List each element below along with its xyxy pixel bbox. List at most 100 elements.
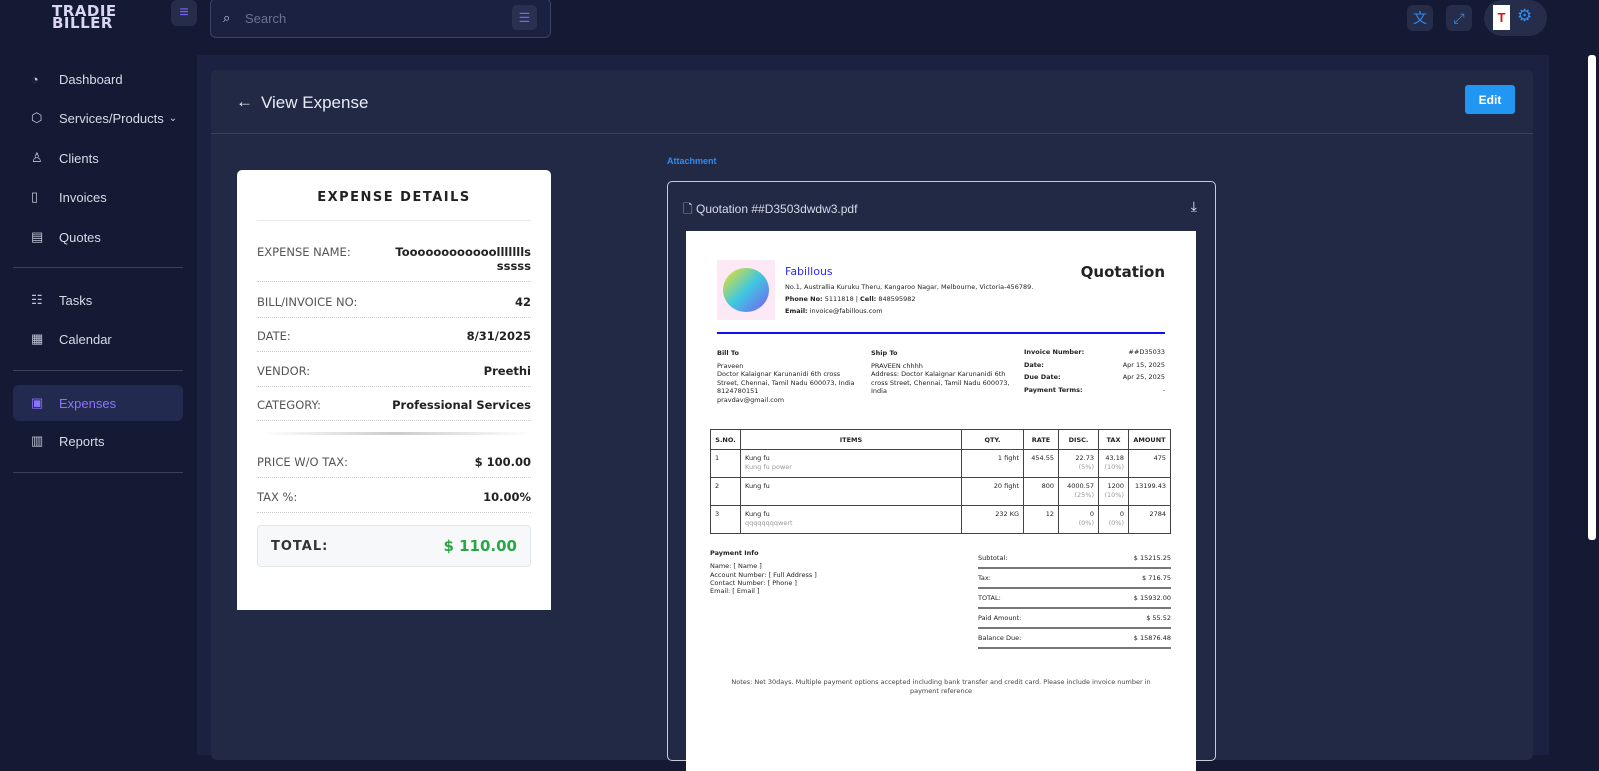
- disc-pct: (0%): [1078, 519, 1094, 527]
- item-name: Kung fu: [745, 482, 770, 490]
- disc-value: 4000.57: [1067, 482, 1094, 490]
- logo[interactable]: TRADIE BILLER: [52, 4, 117, 32]
- detail-row-category: CATEGORY: Professional Services: [257, 398, 531, 421]
- sidebar-item-calendar[interactable]: ▦ Calendar: [13, 321, 183, 357]
- box-icon: ⬡: [31, 110, 43, 125]
- notes: Notes: Net 30days. Multiple payment opti…: [731, 678, 1151, 695]
- top-bar: TRADIE BILLER ≡ ⌕ Search ☰ 文 ⤢ T ⚙: [0, 0, 1599, 50]
- meta-value: -: [1162, 385, 1165, 394]
- meta-value: ##D35033: [1128, 348, 1165, 356]
- tax-pct: (10%): [1104, 491, 1124, 499]
- cell-item: Kung fu qqqqqqqqwert: [740, 505, 962, 534]
- expense-details-receipt: EXPENSE DETAILS EXPENSE NAME: Toooooooooo…: [237, 170, 551, 610]
- cell-disc: 4000.57 (25%): [1058, 477, 1099, 506]
- summary-value: $ 55.52: [1146, 614, 1171, 622]
- ship-to: Ship To PRAVEEN chhhh Address: Doctor Kal…: [871, 349, 1011, 396]
- ship-to-line: PRAVEEN chhhh: [871, 361, 923, 370]
- receipt-torn-edge: [237, 600, 551, 614]
- tax-pct: (0%): [1108, 519, 1124, 527]
- detail-row-tax: TAX %: 10.00%: [257, 490, 531, 513]
- summary-value: $ 15932.00: [1133, 594, 1171, 602]
- cell-tax: 43.18 (10%): [1098, 449, 1129, 478]
- avatar[interactable]: T: [1493, 5, 1510, 30]
- file-icon: 🗋: [683, 202, 696, 216]
- summary-value: $ 716.75: [1142, 574, 1171, 582]
- table-row: 2 Kung fu 20 fight 800 4000.57 (25%) 1200 (10%)…: [710, 477, 1171, 506]
- payment-info-line: Name: [ Name ]: [710, 562, 762, 571]
- gear-icon[interactable]: ⚙: [1517, 6, 1532, 26]
- disc-pct: (5%): [1078, 463, 1094, 471]
- sidebar-item-invoices[interactable]: ▯ Invoices: [13, 179, 183, 215]
- sidebar-item-label: Quotes: [59, 229, 101, 245]
- column-header: AMOUNT: [1128, 429, 1171, 450]
- field-label: PRICE W/O TAX:: [257, 455, 348, 469]
- sidebar-item-dashboard[interactable]: ◔ Dashboard: [13, 61, 183, 97]
- meta-row: Payment Terms: -: [1024, 386, 1165, 394]
- sidebar-item-tasks[interactable]: ☷ Tasks: [13, 282, 183, 318]
- meta-label: Payment Terms:: [1024, 385, 1083, 394]
- sidebar-item-label: Reports: [59, 433, 105, 449]
- sidebar-item-services-products[interactable]: ⬡ Services/Products ⌄: [13, 100, 183, 136]
- cell-item: Kung fu: [740, 477, 962, 506]
- download-icon[interactable]: ⤓: [1191, 198, 1197, 215]
- sidebar-item-label: Invoices: [59, 189, 107, 205]
- attachment-file[interactable]: 🗋 Quotation ##D3503dwdw3.pdf: [683, 200, 857, 221]
- filter-icon[interactable]: ☰: [512, 5, 537, 30]
- profile-menu[interactable]: T ⚙: [1484, 0, 1547, 36]
- cell-tax: 1200 (10%): [1098, 477, 1129, 506]
- fullscreen-icon[interactable]: ⤢: [1446, 5, 1472, 31]
- total-box: TOTAL: $ 110.00: [257, 525, 531, 567]
- cell-sno: 1: [710, 449, 741, 478]
- detail-row-vendor: VENDOR: Preethi: [257, 364, 531, 387]
- sidebar-item-reports[interactable]: ▥ Reports: [13, 423, 183, 459]
- tasks-icon: ☷: [31, 292, 43, 307]
- column-header: TAX: [1098, 429, 1129, 450]
- sidebar-item-quotes[interactable]: ▤ Quotes: [13, 219, 183, 255]
- menu-toggle-icon[interactable]: ≡: [171, 0, 197, 26]
- divider: [13, 267, 183, 268]
- cell-tax: 0 (0%): [1098, 505, 1129, 534]
- sidebar-item-label: Calendar: [59, 331, 112, 347]
- edit-button[interactable]: Edit: [1465, 85, 1515, 114]
- ship-to-label: Ship To: [871, 349, 898, 357]
- search-input[interactable]: ⌕ Search ☰: [210, 0, 551, 38]
- detail-row-date: DATE: 8/31/2025: [257, 329, 531, 352]
- summary-label: Subtotal:: [978, 554, 1008, 562]
- sidebar-item-expenses[interactable]: ▣ Expenses: [13, 385, 183, 421]
- item-name: Kung fu: [745, 454, 770, 462]
- divider: [13, 370, 183, 371]
- tax-value: 43.18: [1105, 454, 1124, 462]
- bill-to-line: Doctor Kalaignar Karunanidi 6th cross St…: [717, 370, 855, 387]
- summary-label: TOTAL:: [978, 594, 1001, 602]
- detail-row-expense-name: EXPENSE NAME: Toooooooooooolllllllssssss: [257, 245, 531, 282]
- column-header: DISC.: [1058, 429, 1099, 450]
- field-label: EXPENSE NAME:: [257, 245, 351, 259]
- meta-value: Apr 25, 2025: [1122, 373, 1165, 381]
- summary-label: Balance Due:: [978, 634, 1022, 642]
- sidebar-item-label: Tasks: [59, 292, 93, 308]
- sidebar-item-label: Services/Products: [59, 110, 164, 126]
- item-desc: qqqqqqqqwert: [745, 519, 793, 527]
- cell-rate: 12: [1023, 505, 1059, 534]
- cell-amount: 475: [1128, 449, 1171, 478]
- attachment-filename: Quotation ##D3503dwdw3.pdf: [695, 202, 858, 216]
- tax-pct: (10%): [1104, 463, 1124, 471]
- field-value: 10.00%: [483, 490, 531, 504]
- sidebar-item-clients[interactable]: ♙ Clients: [13, 140, 183, 176]
- divider: [13, 472, 183, 473]
- company-email: Email: invoice@fabillous.com: [785, 307, 1033, 315]
- company-info: Fabillous No.1, Australlia Kuruku Theru,…: [785, 265, 1033, 319]
- logo-line-2: BILLER: [52, 14, 113, 32]
- cell-label: Cell:: [860, 295, 877, 303]
- back-arrow-icon[interactable]: ←: [236, 92, 253, 112]
- payment-info-line: Contact Number: [ Phone ]: [710, 578, 797, 587]
- cell-sno: 3: [710, 505, 741, 534]
- detail-row-invoice-no: BILL/INVOICE NO: 42: [257, 295, 531, 318]
- cell-disc: 22.73 (5%): [1058, 449, 1099, 478]
- summary-value: $ 15215.25: [1133, 554, 1171, 562]
- calendar-icon: ▦: [31, 331, 44, 346]
- scrollbar[interactable]: [1588, 55, 1596, 540]
- tax-value: 0: [1119, 510, 1124, 518]
- translate-icon[interactable]: 文: [1407, 5, 1433, 31]
- cell-qty: 20 fight: [961, 477, 1024, 506]
